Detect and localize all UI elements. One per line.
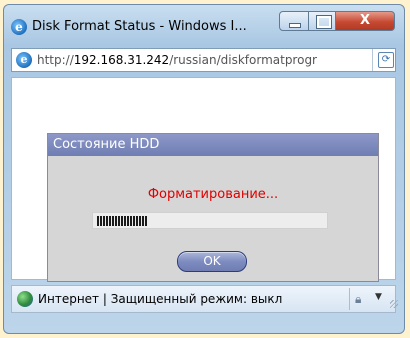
address-bar[interactable]: e http://192.168.31.242/russian/diskform… <box>11 48 396 72</box>
dialog-header: Состояние HDD <box>48 134 378 156</box>
address-divider <box>372 49 373 71</box>
format-status-message: Форматирование... <box>147 187 279 202</box>
hdd-status-dialog: Состояние HDD Форматирование... OK <box>47 133 379 282</box>
chevron-down-icon[interactable]: ▼ <box>375 292 382 302</box>
status-bar: Интернет | Защищенный режим: выкл 🔒︎ ▼ <box>11 285 398 313</box>
internet-globe-icon <box>17 291 33 307</box>
close-button[interactable]: X <box>335 11 395 31</box>
format-progress-bar <box>92 212 328 229</box>
window-title: Disk Format Status - Windows I... <box>32 19 247 34</box>
browser-popup-window: e Disk Format Status - Windows I... X e … <box>3 4 405 334</box>
security-zone-text: Интернет | Защищенный режим: выкл <box>38 292 283 306</box>
url-prefix: http:// <box>37 53 74 67</box>
ie-page-icon: e <box>16 52 32 68</box>
ok-button[interactable]: OK <box>177 251 247 272</box>
ie-logo-icon: e <box>11 19 27 35</box>
status-divider <box>349 288 350 310</box>
minimize-button[interactable] <box>279 11 309 31</box>
url-text[interactable]: http://192.168.31.242/russian/diskformat… <box>37 53 367 67</box>
url-host: 192.168.31.242 <box>73 53 170 67</box>
resize-grip-icon[interactable] <box>390 300 398 308</box>
compatibility-icon[interactable]: ⟳ <box>378 52 394 68</box>
progress-fill <box>97 216 147 226</box>
url-path: /russian/diskformatprogr <box>169 53 317 67</box>
title-bar[interactable]: e Disk Format Status - Windows I... X <box>4 5 404 43</box>
zone-lock-icon[interactable]: 🔒︎ <box>355 292 369 306</box>
maximize-button[interactable] <box>308 11 336 31</box>
dialog-title: Состояние HDD <box>53 137 160 152</box>
